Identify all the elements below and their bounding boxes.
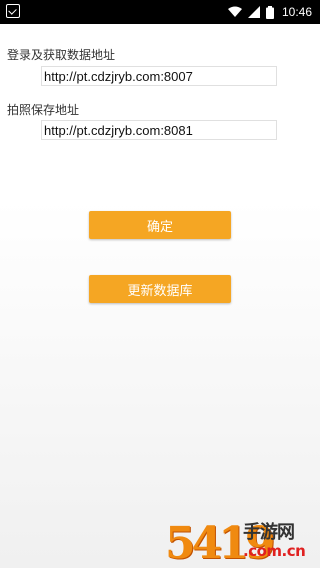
status-time: 10:46 bbox=[281, 5, 312, 19]
watermark-domain: .com.cn bbox=[243, 542, 306, 560]
confirm-button[interactable]: 确定 bbox=[89, 211, 231, 239]
login-address-label: 登录及获取数据地址 bbox=[7, 48, 116, 62]
signal-icon bbox=[247, 6, 260, 18]
photo-save-address-label: 拍照保存地址 bbox=[7, 103, 80, 117]
update-database-button[interactable]: 更新数据库 bbox=[89, 275, 231, 303]
photo-save-address-input[interactable] bbox=[41, 120, 277, 140]
notification-check-icon bbox=[6, 4, 20, 18]
status-bar: 10:46 bbox=[0, 0, 320, 24]
battery-icon bbox=[265, 5, 274, 19]
status-icons: 10:46 bbox=[227, 0, 312, 24]
watermark-logo: 5419 手游网 .com.cn bbox=[165, 512, 317, 568]
watermark-text: 手游网 bbox=[243, 522, 295, 543]
login-address-input[interactable] bbox=[41, 66, 277, 86]
wifi-icon bbox=[227, 6, 242, 17]
